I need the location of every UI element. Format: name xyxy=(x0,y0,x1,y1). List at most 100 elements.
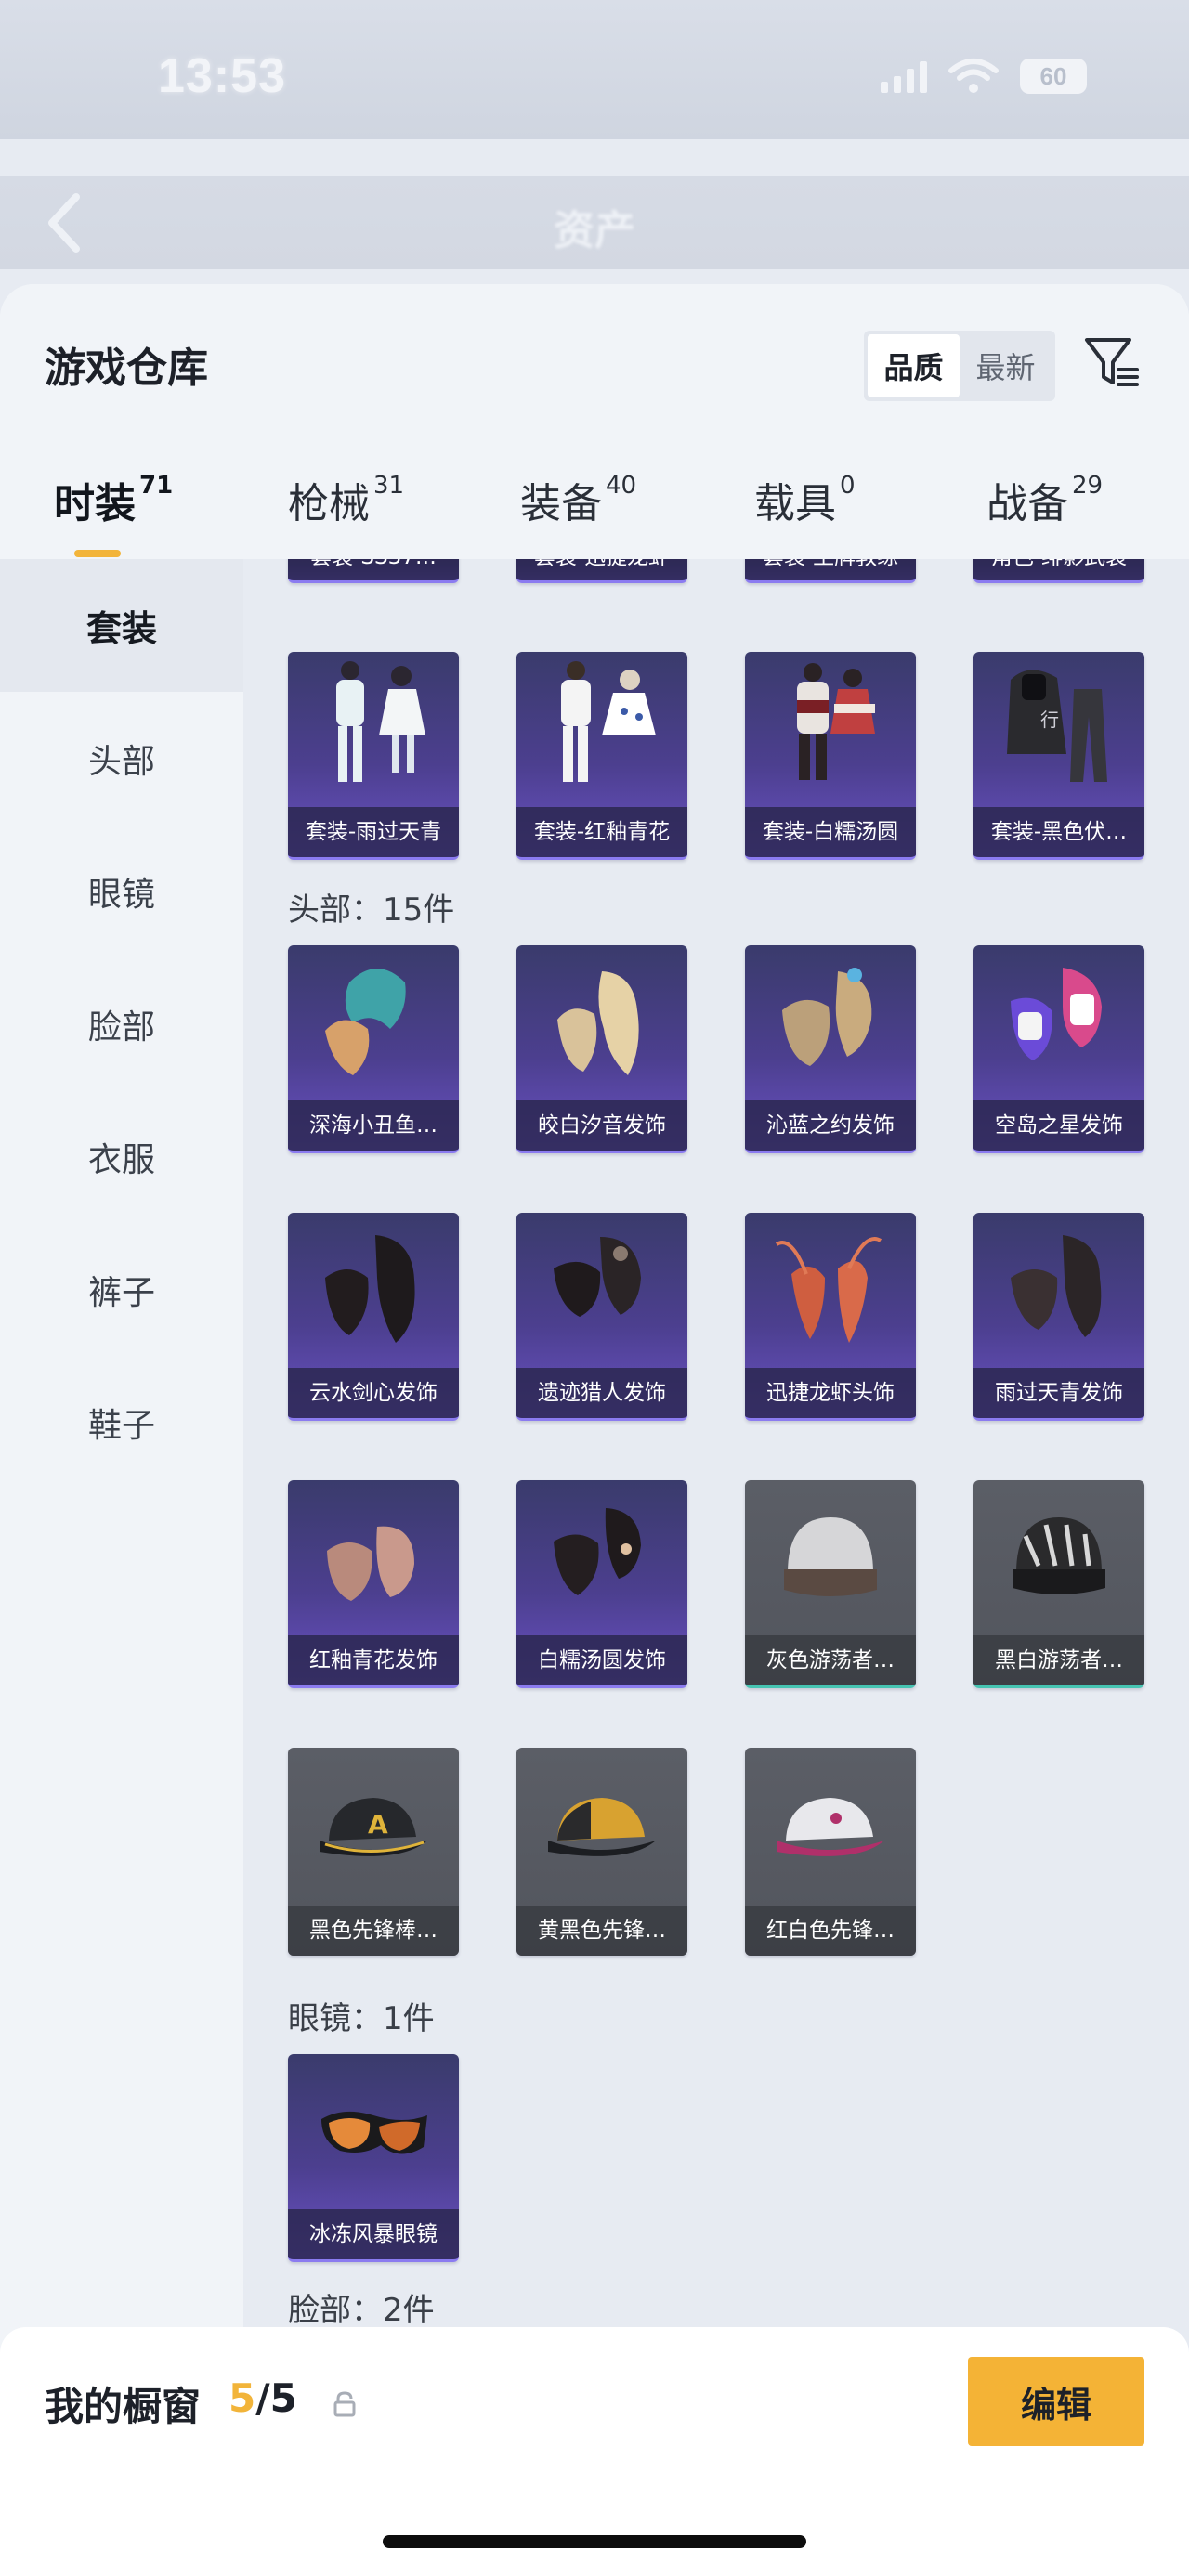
showcase-count: 5/5 xyxy=(229,2375,297,2421)
item-name: 雨过天青发饰 xyxy=(973,1368,1144,1418)
sidebar-item-glasses[interactable]: 眼镜 xyxy=(0,825,243,957)
edit-button[interactable]: 编辑 xyxy=(968,2357,1144,2446)
sidebar-item-shoes[interactable]: 鞋子 xyxy=(0,1356,243,1489)
item-card[interactable]: 套装-白糯汤圆 xyxy=(745,652,916,860)
item-name: 红釉青花发饰 xyxy=(288,1635,459,1685)
cap-black-icon: A xyxy=(320,1798,427,1856)
item-name: 白糯汤圆发饰 xyxy=(516,1635,687,1685)
status-time: 13:53 xyxy=(158,49,286,103)
item-name: 沁蓝之约发饰 xyxy=(745,1100,916,1151)
hair-black-icon xyxy=(554,1237,641,1317)
sort-quality-button[interactable]: 品质 xyxy=(868,334,960,397)
hair-star-mask-icon xyxy=(1011,968,1102,1060)
item-name: 皎白汐音发饰 xyxy=(516,1100,687,1151)
tab-count: 0 xyxy=(840,472,856,501)
item-name: 空岛之星发饰 xyxy=(973,1100,1144,1151)
item-card[interactable]: 迅捷龙虾头饰 xyxy=(745,1213,916,1421)
item-card[interactable]: 皎白汐音发饰 xyxy=(516,945,687,1153)
sunglasses-icon xyxy=(321,2111,427,2154)
tab-vehicles[interactable]: 载具 0 xyxy=(754,470,856,529)
page-title: 游戏仓库 xyxy=(45,345,208,392)
item-name: 黑白游荡者… xyxy=(973,1635,1144,1685)
item-card[interactable]: 套装-红釉青花 xyxy=(516,652,687,860)
tab-firearms[interactable]: 枪械 31 xyxy=(288,470,404,529)
section-label-face: 脸部：2件 xyxy=(288,2292,435,2329)
item-card[interactable]: 套装-王牌教练 xyxy=(745,559,916,583)
sort-newest-button[interactable]: 最新 xyxy=(960,334,1052,397)
hair-brown-icon xyxy=(327,1526,414,1601)
item-card[interactable]: 白糯汤圆发饰 xyxy=(516,1480,687,1688)
section-label-glasses: 眼镜：1件 xyxy=(288,2000,435,2037)
hair-blonde-icon xyxy=(557,971,639,1075)
item-card[interactable]: 沁蓝之约发饰 xyxy=(745,945,916,1153)
sidebar-item-clothes[interactable]: 衣服 xyxy=(0,1090,243,1223)
svg-text:A: A xyxy=(368,1809,388,1840)
hair-black-icon xyxy=(325,1235,415,1343)
item-name: 角色-绯影武装 xyxy=(973,559,1144,580)
category-tabs: 时装 71 枪械 31 装备 40 载具 0 战备 29 xyxy=(0,461,1189,559)
hair-black-icon xyxy=(1011,1235,1102,1337)
warehouse-sheet: 游戏仓库 品质 最新 时装 71 枪械 31 装备 40 载具 0 战备 29 … xyxy=(0,284,1189,2576)
tab-supplies[interactable]: 战备 29 xyxy=(986,470,1103,529)
hair-black-icon xyxy=(554,1508,641,1595)
item-card[interactable]: 黄黑色先锋… xyxy=(516,1748,687,1956)
item-card[interactable]: 黑白游荡者… xyxy=(973,1480,1144,1688)
svg-text:行: 行 xyxy=(1040,709,1059,731)
item-name: 灰色游荡者… xyxy=(745,1635,916,1685)
tab-count: 29 xyxy=(1072,472,1104,501)
sidebar-item-suits[interactable]: 套装 xyxy=(0,559,243,692)
item-card[interactable]: 套装-雨过天青 xyxy=(288,652,459,860)
filter-icon[interactable] xyxy=(1081,332,1143,394)
item-name: 云水剑心发饰 xyxy=(288,1368,459,1418)
item-name: 深海小丑鱼… xyxy=(288,1100,459,1151)
item-card[interactable]: 套装-迅捷龙虾 xyxy=(516,559,687,583)
cap-yellow-black-icon xyxy=(548,1798,656,1856)
item-name: 套装-红釉青花 xyxy=(516,807,687,857)
item-card[interactable]: 空岛之星发饰 xyxy=(973,945,1144,1153)
item-card[interactable]: 冰冻风暴眼镜 xyxy=(288,2054,459,2262)
item-card[interactable]: 套装-SS37… xyxy=(288,559,459,583)
item-card[interactable]: 雨过天青发饰 xyxy=(973,1213,1144,1421)
item-card[interactable]: 灰色游荡者… xyxy=(745,1480,916,1688)
item-name: 套装-黑色伏… xyxy=(973,807,1144,857)
tab-fashion[interactable]: 时装 71 xyxy=(54,470,173,529)
beanie-grey-icon xyxy=(784,1517,877,1596)
tab-count: 31 xyxy=(373,472,405,501)
showcase-total: /5 xyxy=(255,2375,297,2421)
item-card[interactable]: 云水剑心发饰 xyxy=(288,1213,459,1421)
item-name: 迅捷龙虾头饰 xyxy=(745,1368,916,1418)
hair-blue-ribbon-icon xyxy=(782,968,872,1066)
sidebar-item-head[interactable]: 头部 xyxy=(0,692,243,825)
item-name: 黑色先锋棒… xyxy=(288,1906,459,1956)
item-card[interactable]: 红釉青花发饰 xyxy=(288,1480,459,1688)
active-tab-indicator xyxy=(74,550,121,557)
sidebar-item-pants[interactable]: 裤子 xyxy=(0,1223,243,1356)
item-grid-area: 套装-SS37… 套装-迅捷龙虾 套装-王牌教练 角色-绯影武装 套装-雨过天青… xyxy=(243,559,1189,2576)
category-sidebar: 套装 头部 眼镜 脸部 衣服 裤子 鞋子 xyxy=(0,559,243,2576)
battery-icon: 60 xyxy=(1020,59,1087,94)
tab-equipment[interactable]: 装备 40 xyxy=(520,470,636,529)
tab-count: 71 xyxy=(139,472,174,501)
showcase-label: 我的橱窗 xyxy=(45,2384,202,2429)
nav-title: 资产 xyxy=(554,207,635,254)
item-card[interactable]: 深海小丑鱼… xyxy=(288,945,459,1153)
item-name: 红白色先锋… xyxy=(745,1906,916,1956)
item-card[interactable]: 红白色先锋… xyxy=(745,1748,916,1956)
sidebar-item-face[interactable]: 脸部 xyxy=(0,957,243,1090)
suit-outfit-icon xyxy=(336,661,425,782)
item-card[interactable]: 行 套装-黑色伏… xyxy=(973,652,1144,860)
item-name: 套装-SS37… xyxy=(288,559,459,580)
item-name: 遗迹猎人发饰 xyxy=(516,1368,687,1418)
showcase-current: 5 xyxy=(229,2375,256,2421)
item-name: 套装-迅捷龙虾 xyxy=(516,559,687,580)
tab-count: 40 xyxy=(606,472,637,501)
tab-label: 时装 xyxy=(54,480,136,527)
suit-outfit-icon xyxy=(561,661,656,782)
item-card[interactable]: 遗迹猎人发饰 xyxy=(516,1213,687,1421)
item-card[interactable]: A 黑色先锋棒… xyxy=(288,1748,459,1956)
wifi-icon xyxy=(948,59,999,93)
hair-clownfish-icon xyxy=(325,969,406,1075)
suit-outfit-icon xyxy=(797,663,875,780)
lobster-headwear-icon xyxy=(775,1237,882,1343)
item-card[interactable]: 角色-绯影武装 xyxy=(973,559,1144,583)
